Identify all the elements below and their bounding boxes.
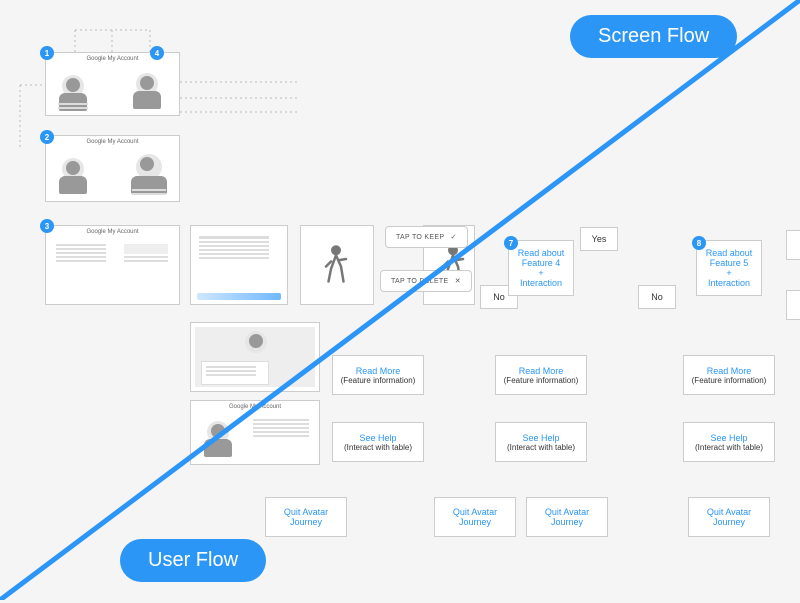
see-help-sub: (Interact with table) <box>344 443 412 452</box>
feature-line3: Interaction <box>708 278 750 288</box>
tap-delete-label: TAP TO DELETE <box>391 278 448 285</box>
screen-thumbnail-low-2: Google My Account <box>190 400 320 465</box>
card-placeholder <box>201 361 269 385</box>
decision-yes[interactable]: Yes <box>580 227 618 251</box>
quit-journey-node[interactable]: Quit Avatar Journey <box>688 497 770 537</box>
check-icon: ✓ <box>450 234 456 241</box>
feature-line2: Feature 5 <box>710 258 749 268</box>
diagram-canvas: Google My Account 1 4 Google My Account … <box>0 0 800 600</box>
step-badge-2: 2 <box>40 130 54 144</box>
avatar-torso <box>204 439 232 457</box>
feature-line3: Interaction <box>520 278 562 288</box>
quit-line2: Journey <box>290 517 322 527</box>
screen-title: Google My Account <box>191 404 319 410</box>
tap-keep-chip[interactable]: TAP TO KEEP ✓ <box>385 226 468 248</box>
close-icon: ✕ <box>455 278 461 285</box>
see-help-node[interactable]: See Help (Interact with table) <box>332 422 424 462</box>
feature-5-node[interactable]: Read about Feature 5 + Interaction <box>696 240 762 296</box>
offscreen-node <box>786 230 800 260</box>
feature-line2: Feature 4 <box>522 258 561 268</box>
step-badge-7: 7 <box>504 236 518 250</box>
screen-thumbnail-1: Google My Account <box>45 52 180 116</box>
screen-thumbnail-3b <box>190 225 288 305</box>
screen-thumbnail-low-1 <box>190 322 320 392</box>
quit-journey-node[interactable]: Quit Avatar Journey <box>526 497 608 537</box>
screen-title: Google My Account <box>46 229 179 235</box>
screen-title: Google My Account <box>46 139 179 145</box>
tap-keep-label: TAP TO KEEP <box>396 234 444 241</box>
step-badge-1: 1 <box>40 46 54 60</box>
quit-journey-node[interactable]: Quit Avatar Journey <box>265 497 347 537</box>
step-badge-3: 3 <box>40 219 54 233</box>
screen-thumbnail-2: Google My Account <box>45 135 180 202</box>
read-more-title: Read More <box>356 366 401 376</box>
read-more-node[interactable]: Read More (Feature information) <box>495 355 587 395</box>
feature-plus: + <box>538 268 543 278</box>
read-more-node[interactable]: Read More (Feature information) <box>332 355 424 395</box>
offscreen-node <box>786 290 800 320</box>
tap-delete-chip[interactable]: TAP TO DELETE ✕ <box>380 270 472 292</box>
decision-no[interactable]: No <box>638 285 676 309</box>
feature-4-node[interactable]: Read about Feature 4 + Interaction <box>508 240 574 296</box>
read-more-sub: (Feature information) <box>341 376 416 385</box>
feature-plus: + <box>726 268 731 278</box>
see-help-node[interactable]: See Help (Interact with table) <box>683 422 775 462</box>
see-help-node[interactable]: See Help (Interact with table) <box>495 422 587 462</box>
avatar-torso <box>59 176 87 194</box>
see-help-title: See Help <box>359 433 396 443</box>
step-badge-4: 4 <box>150 46 164 60</box>
screen-thumbnail-3: Google My Account <box>45 225 180 305</box>
avatar-torso <box>133 91 161 109</box>
avatar-icon <box>245 331 267 353</box>
user-flow-label: User Flow <box>120 539 266 582</box>
quit-line1: Quit Avatar <box>284 507 328 517</box>
feature-line1: Read about <box>706 248 753 258</box>
step-badge-8: 8 <box>692 236 706 250</box>
progress-bar <box>197 293 281 300</box>
screen-flow-label: Screen Flow <box>570 15 737 58</box>
feature-line1: Read about <box>518 248 565 258</box>
quit-journey-node[interactable]: Quit Avatar Journey <box>434 497 516 537</box>
walking-avatar-icon <box>323 244 349 284</box>
screen-thumbnail-3c <box>300 225 374 305</box>
read-more-node[interactable]: Read More (Feature information) <box>683 355 775 395</box>
